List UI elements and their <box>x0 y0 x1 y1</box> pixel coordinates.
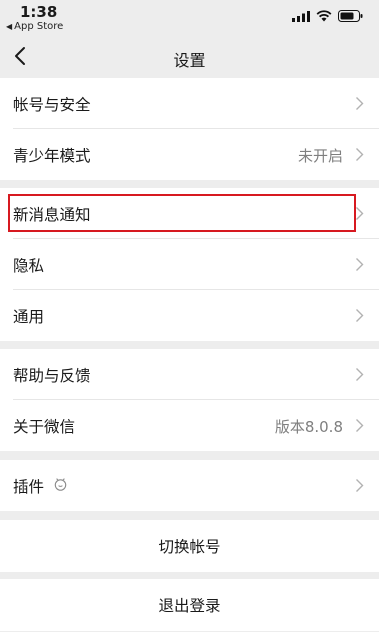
chevron-right-icon <box>356 419 364 432</box>
chevron-right-icon <box>356 97 364 110</box>
row-label: 帮助与反馈 <box>13 367 91 385</box>
row-about-wechat[interactable]: 关于微信 版本8.0.8 <box>0 400 379 451</box>
back-to-app-link[interactable]: ◀ App Store <box>6 21 63 32</box>
row-label: 通用 <box>13 308 45 326</box>
row-label: 青少年模式 <box>13 147 91 165</box>
status-bar: 1:38 ◀ App Store <box>0 0 379 36</box>
signal-icon <box>292 10 310 22</box>
chevron-right-icon <box>356 207 364 220</box>
chevron-right-icon <box>356 479 364 492</box>
nav-bar: 设置 <box>0 36 379 78</box>
chevron-right-icon <box>356 309 364 322</box>
page-title: 设置 <box>173 51 206 70</box>
row-label: 插件 <box>13 478 45 496</box>
row-value: 版本8.0.8 <box>274 418 343 436</box>
back-app-label: App Store <box>14 21 64 32</box>
chevron-right-icon <box>356 258 364 271</box>
row-general[interactable]: 通用 <box>0 290 379 341</box>
row-youth-mode[interactable]: 青少年模式 未开启 <box>0 129 379 180</box>
row-label: 关于微信 <box>13 418 76 436</box>
switch-account-button[interactable]: 切换帐号 <box>0 520 379 572</box>
back-triangle-icon: ◀ <box>6 22 13 31</box>
logout-button[interactable]: 退出登录 <box>0 579 379 631</box>
status-icons <box>292 10 363 22</box>
plugin-icon <box>54 478 67 491</box>
row-help-feedback[interactable]: 帮助与反馈 <box>0 349 379 400</box>
wifi-icon <box>316 10 332 22</box>
highlight-box <box>8 194 356 232</box>
row-plugins[interactable]: 插件 <box>0 460 379 511</box>
row-privacy[interactable]: 隐私 <box>0 239 379 290</box>
row-label: 帐号与安全 <box>13 96 91 114</box>
row-account-security[interactable]: 帐号与安全 <box>0 78 379 129</box>
chevron-right-icon <box>356 148 364 161</box>
chevron-right-icon <box>356 368 364 381</box>
row-value: 未开启 <box>297 147 343 165</box>
row-label: 隐私 <box>13 257 45 275</box>
status-time: 1:38 <box>20 3 58 21</box>
switch-account-label: 切换帐号 <box>158 538 221 556</box>
battery-icon <box>338 10 363 22</box>
logout-label: 退出登录 <box>158 597 221 615</box>
